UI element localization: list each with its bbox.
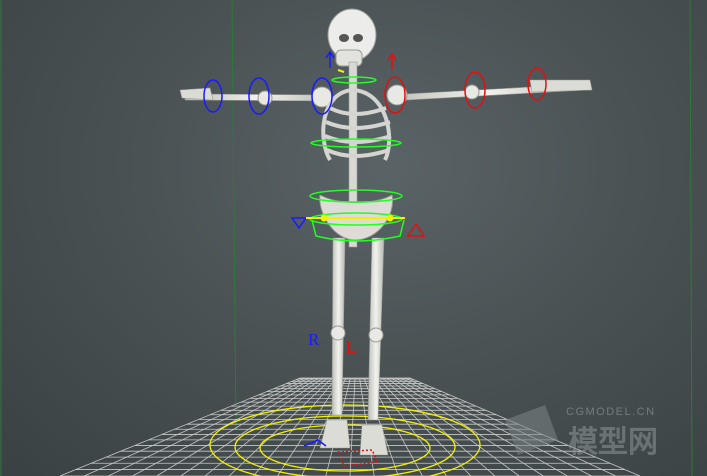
right-arm-controls[interactable]	[203, 50, 335, 447]
watermark-logo-icon	[505, 405, 558, 455]
watermark: CGMODEL.CN 模型网	[505, 405, 658, 459]
3d-viewport[interactable]: R L CGMODEL.CN 模型网	[0, 0, 707, 476]
viewport-canvas[interactable]: R L CGMODEL.CN 模型网	[0, 0, 707, 476]
label-right-side: R	[308, 330, 320, 349]
watermark-site-text: CGMODEL.CN	[566, 406, 656, 418]
label-left-side: L	[346, 338, 356, 357]
skeleton-model[interactable]	[179, 8, 593, 456]
watermark-brand-text: 模型网	[568, 426, 658, 459]
